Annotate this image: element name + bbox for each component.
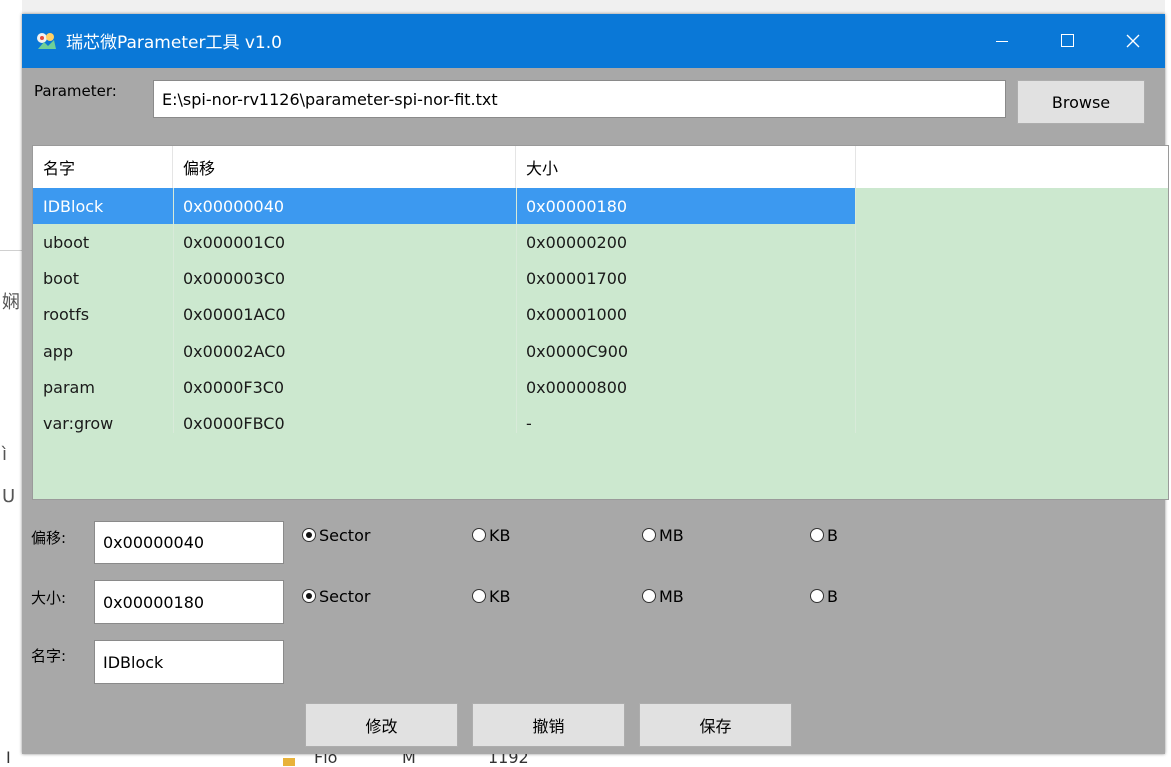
app-logo-icon [34,29,58,53]
size-label: 大小: [31,589,67,607]
close-button[interactable] [1107,14,1159,68]
size-unit-radio-b[interactable]: B [810,584,838,608]
offset-unit-radio-sector[interactable]: Sector [302,523,370,547]
table-cell-name: uboot [43,232,90,252]
background-separator [0,250,22,251]
size-unit-radio-sector[interactable]: Sector [302,584,370,608]
radio-label: Sector [319,586,371,606]
radio-unchecked-icon [810,528,824,542]
radio-label: B [827,586,838,606]
offset-label: 偏移: [31,529,67,547]
table-cell-offset: 0x000001C0 [183,232,286,252]
save-button[interactable]: 保存 [639,703,792,747]
radio-label: KB [489,586,511,606]
column-divider [516,188,517,433]
background-glyph: ì [2,444,8,465]
parameter-tool-window: 瑞芯微Parameter工具 v1.0 Parameter: E:\spi-no… [22,14,1169,754]
background-left-strip: 娴 ì U [0,0,22,767]
radio-unchecked-icon [472,589,486,603]
offset-unit-radio-mb[interactable]: MB [642,523,684,547]
table-cell-size: 0x00001000 [526,305,628,325]
close-icon [1126,34,1140,48]
radio-label: KB [489,525,511,545]
column-header-name[interactable]: 名字 [33,146,173,188]
radio-checked-icon [302,589,316,603]
column-header-size[interactable]: 大小 [516,146,856,188]
table-row[interactable]: IDBlock 0x00000040 0x00000180 [33,188,1168,224]
table-row[interactable]: param 0x0000F3C0 0x00000800 [33,370,1168,406]
table-cell-size: - [526,414,532,434]
browse-button[interactable]: Browse [1017,80,1145,124]
table-cell-size: 0x0000C900 [526,341,629,361]
parameter-path-input[interactable]: E:\spi-nor-rv1126\parameter-spi-nor-fit.… [153,80,1006,118]
offset-unit-radio-kb[interactable]: KB [472,523,510,547]
table-row[interactable]: var:grow 0x0000FBC0 - [33,406,1168,442]
modify-button[interactable]: 修改 [305,703,458,747]
offset-unit-radio-b[interactable]: B [810,523,838,547]
offset-input[interactable]: 0x00000040 [94,521,284,564]
table-row[interactable]: rootfs 0x00001AC0 0x00001000 [33,297,1168,333]
table-cell-name: IDBlock [43,196,104,216]
radio-label: Sector [319,525,371,545]
table-cell-name: rootfs [43,305,90,325]
table-cell-name: var:grow [43,414,114,434]
minimize-button[interactable] [976,14,1028,68]
table-cell-size: 0x00000800 [526,378,628,397]
name-label: 名字: [31,647,67,665]
column-divider [173,188,174,433]
column-divider [855,188,856,433]
radio-unchecked-icon [472,528,486,542]
size-unit-radio-mb[interactable]: MB [642,584,684,608]
background-glyph: U [2,486,16,507]
radio-unchecked-icon [810,589,824,603]
table-cell-offset: 0x00001AC0 [183,305,286,325]
maximize-button[interactable] [1041,14,1093,68]
table-cell-name: param [43,378,95,397]
table-cell-offset: 0x0000FBC0 [183,414,285,434]
window-title: 瑞芯微Parameter工具 v1.0 [66,33,282,53]
radio-checked-icon [302,528,316,542]
table-cell-size: 0x00000180 [526,196,628,216]
undo-button[interactable]: 撤销 [472,703,625,747]
table-row[interactable]: uboot 0x000001C0 0x00000200 [33,224,1168,260]
table-row[interactable]: app 0x00002AC0 0x0000C900 [33,333,1168,369]
name-input[interactable]: IDBlock [94,640,284,684]
table-cell-size: 0x00000200 [526,232,628,252]
table-row[interactable]: boot 0x000003C0 0x00001700 [33,261,1168,297]
table-cell-offset: 0x000003C0 [183,269,286,289]
folder-icon [283,758,295,766]
partition-list[interactable]: 名字 偏移 大小 IDBlock 0x00000040 0x00000180 uboo… [32,145,1169,500]
title-bar[interactable]: 瑞芯微Parameter工具 v1.0 [22,14,1165,68]
list-header: 名字 偏移 大小 [33,146,1168,188]
column-header-offset[interactable]: 偏移 [173,146,516,188]
parameter-label: Parameter: [34,82,117,100]
radio-label: B [827,525,838,545]
radio-unchecked-icon [642,528,656,542]
radio-label: MB [659,525,684,545]
table-cell-offset: 0x00000040 [183,196,285,216]
background-bottom-strip: I Flo M 1192 [0,748,1171,767]
table-cell-name: app [43,341,74,361]
table-cell-offset: 0x0000F3C0 [183,378,285,397]
table-cell-size: 0x00001700 [526,269,628,289]
size-unit-radio-kb[interactable]: KB [472,584,510,608]
background-glyph: 娴 [2,292,20,313]
table-cell-offset: 0x00002AC0 [183,341,286,361]
table-cell-name: boot [43,269,80,289]
radio-label: MB [659,586,684,606]
radio-unchecked-icon [642,589,656,603]
background-glyph: I [6,748,11,767]
size-input[interactable]: 0x00000180 [94,580,284,624]
